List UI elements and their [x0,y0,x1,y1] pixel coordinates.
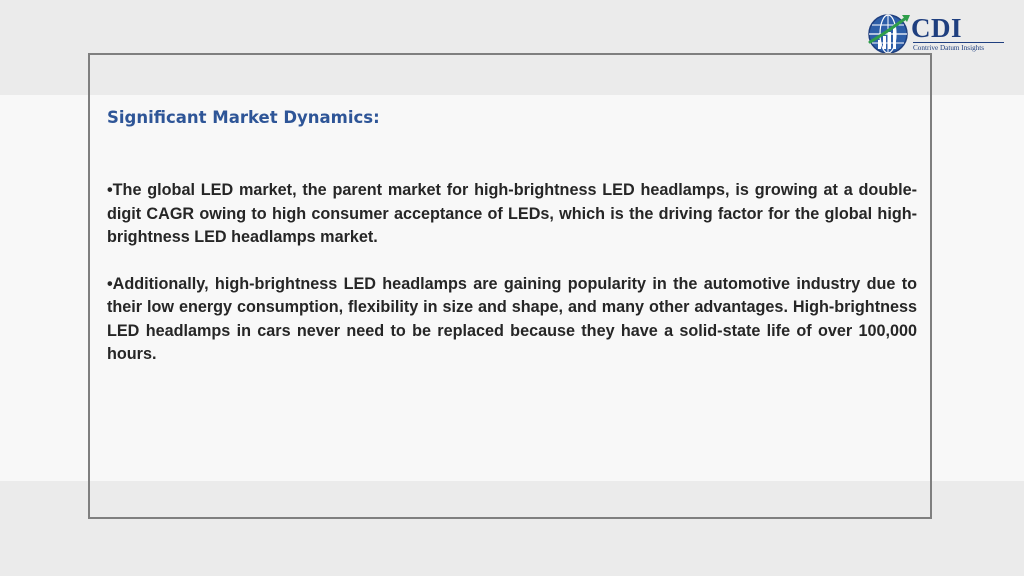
bullet-paragraph: •The global LED market, the parent marke… [107,181,917,246]
globe-icon [868,14,910,54]
cdi-logo: CDI Contrive Datum Insights [864,12,1014,56]
slide-body: •The global LED market, the parent marke… [107,179,917,390]
slide-heading: Significant Market Dynamics: [107,108,380,127]
logo-wordmark: CDI [911,13,963,43]
logo-divider [913,42,1004,43]
bullet-paragraph: •Additionally, high-brightness LED headl… [107,274,917,364]
logo-tagline: Contrive Datum Insights [913,44,985,52]
